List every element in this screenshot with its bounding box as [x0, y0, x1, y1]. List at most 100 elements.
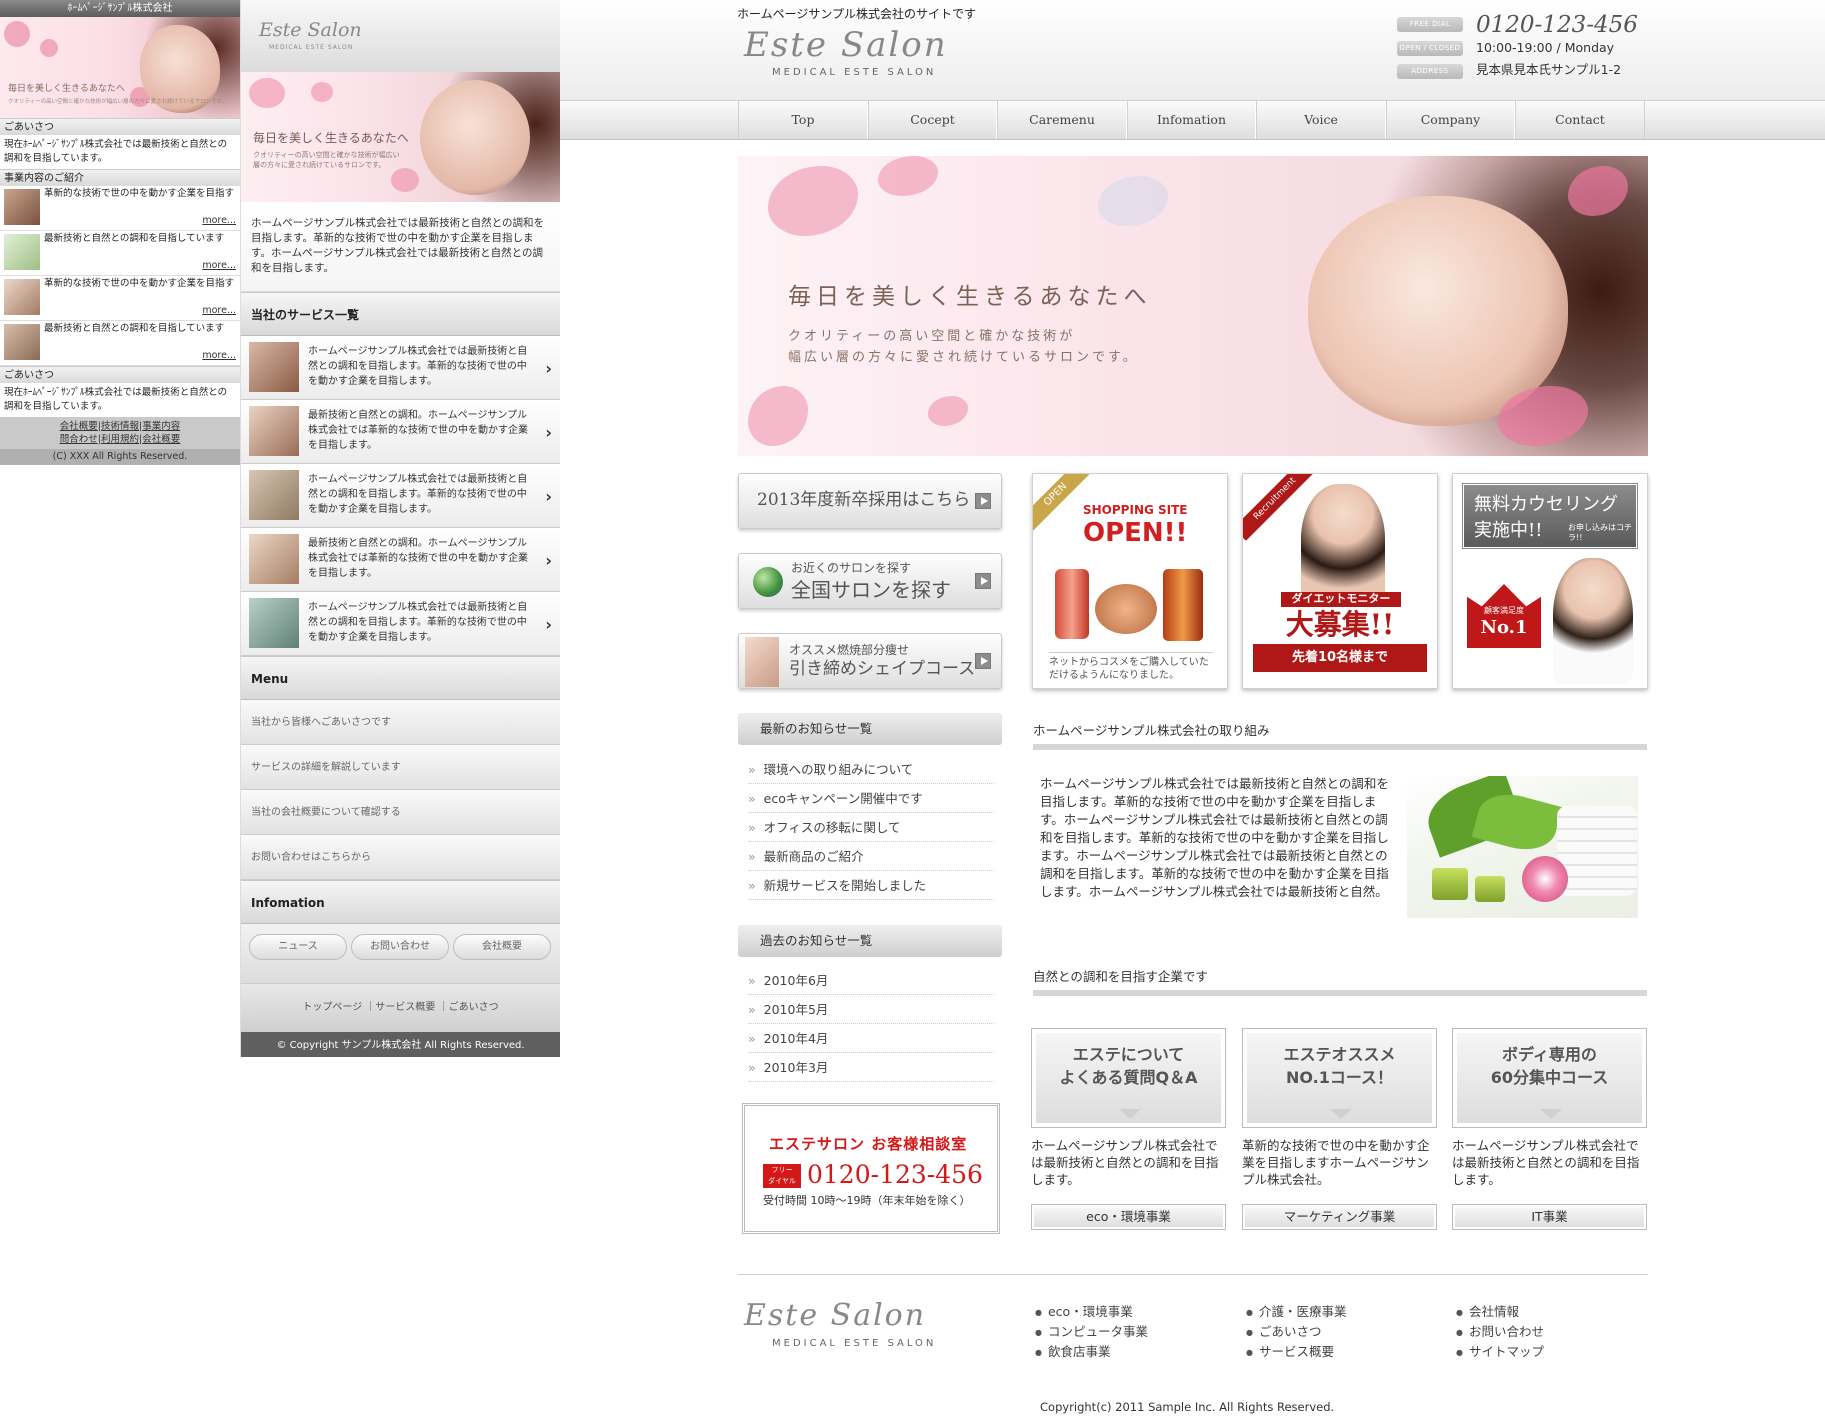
menu-item[interactable]: サービスの詳細を解説しています: [241, 745, 560, 790]
smart-hero-sub: クオリティーの高い空間と確かな技術が幅広い層の方々に愛され続けているサロンです。: [253, 151, 400, 169]
mobile-greeting2-heading: ごあいさつ: [0, 366, 240, 383]
service-item[interactable]: ホームページサンプル株式会社では最新技術と自然との調和を目指します。革新的な技術…: [241, 592, 560, 656]
archive-item[interactable]: 2010年5月: [748, 995, 994, 1024]
news-item[interactable]: 環境への取り組みについて: [748, 755, 994, 784]
smartphone-page: Este Salon MEDICAL ESTE SALON 毎日を美しく生きるあ…: [240, 0, 560, 1057]
footer-divider: [738, 1274, 1648, 1275]
footer-link[interactable]: 利用規約: [101, 434, 139, 445]
play-arrow-icon: [975, 653, 991, 669]
news-item[interactable]: ecoキャンペーン開催中です: [748, 784, 994, 813]
smart-info-heading: Infomation: [241, 880, 560, 924]
header-phone[interactable]: 0120-123-456: [1476, 10, 1638, 41]
footer-link[interactable]: 会社概要: [142, 434, 180, 445]
more-link[interactable]: more...: [202, 350, 236, 363]
service-item[interactable]: ホームページサンプル株式会社では最新技術と自然との調和を目指します。革新的な技術…: [241, 464, 560, 528]
feature-description: ホームページサンプル株式会社では最新技術と自然との調和を目指します。: [1452, 1138, 1640, 1187]
counseling-title2: 実施中!!: [1474, 520, 1543, 541]
nav-top[interactable]: Top: [738, 101, 868, 139]
nav-caremenu[interactable]: Caremenu: [997, 101, 1127, 139]
feature-label: エステについて よくある質問Q＆A: [1032, 1043, 1225, 1089]
footer-link[interactable]: eco・環境事業: [1035, 1302, 1148, 1322]
footer-link[interactable]: サービス概要: [1246, 1342, 1347, 1362]
feature-line1: エステオススメ: [1283, 1045, 1396, 1064]
footer-link[interactable]: 問合わせ: [60, 434, 98, 445]
smart-logo[interactable]: Este Salon: [259, 18, 362, 44]
menu-item[interactable]: 当社の会社概要について確認する: [241, 790, 560, 835]
menu-item[interactable]: お問い合わせはこちらから: [241, 835, 560, 880]
nav-voice[interactable]: Voice: [1256, 101, 1386, 139]
more-link[interactable]: more...: [202, 215, 236, 228]
footer-link[interactable]: ｜ごあいさつ: [439, 1002, 499, 1013]
news-item[interactable]: オフィスの移転に関して: [748, 813, 994, 842]
shopping-site-banner[interactable]: OPEN SHOPPING SITE OPEN!! ネットからコスメをご購入して…: [1032, 473, 1228, 689]
more-link[interactable]: more...: [202, 260, 236, 273]
list-item[interactable]: 最新技術と自然との調和を目指しています more...: [0, 321, 240, 366]
faq-feature-button[interactable]: エステについて よくある質問Q＆A: [1031, 1028, 1226, 1128]
service-item[interactable]: 最新技術と自然との調和。ホームページサンプル株式会社では革新的な技術で世の中を動…: [241, 528, 560, 592]
feature-description: 革新的な技術で世の中を動かす企業を目指しますホームページサンプル株式会社。: [1242, 1138, 1430, 1187]
marketing-business-button[interactable]: マーケティング事業: [1242, 1204, 1437, 1230]
nav-contact[interactable]: Contact: [1515, 101, 1645, 139]
it-business-button[interactable]: IT事業: [1452, 1204, 1647, 1230]
shape-course-button[interactable]: オススメ燃焼部分痩せ 引き締めシェイプコース: [738, 633, 1002, 689]
footer-link[interactable]: ごあいさつ: [1246, 1322, 1347, 1342]
footer-logo[interactable]: Este Salon: [744, 1296, 926, 1337]
nav-concept[interactable]: Cocept: [868, 101, 997, 139]
archive-item[interactable]: 2010年3月: [748, 1053, 994, 1082]
news-item[interactable]: 新規サービスを開始しました: [748, 871, 994, 900]
eco-business-button[interactable]: eco・環境事業: [1031, 1204, 1226, 1230]
feature-line2: 60分集中コース: [1490, 1068, 1609, 1087]
footer-link[interactable]: ｜サービス概要: [365, 1002, 435, 1013]
consultation-box[interactable]: エステサロン お客様相談室 フリー ダイヤル 0120-123-456 受付時間…: [742, 1103, 1000, 1234]
counseling-banner[interactable]: 無料カウセリング 実施中!! お申し込みはコチラ!! 顧客満足度 No.1: [1452, 473, 1648, 689]
item-thumbnail: [4, 324, 40, 360]
hours-label: OPEN / CLOSED: [1397, 41, 1463, 56]
list-item[interactable]: 最新技術と自然との調和を目指しています more...: [0, 231, 240, 276]
footer-link[interactable]: 介護・医療事業: [1246, 1302, 1347, 1322]
contact-button[interactable]: お問い合わせ: [351, 934, 449, 960]
footer-link[interactable]: 会社概要: [60, 421, 98, 432]
menu-item[interactable]: 当社から皆様へごあいさつです: [241, 700, 560, 745]
course-feature-button[interactable]: エステオススメ NO.1コース！: [1242, 1028, 1437, 1128]
service-item[interactable]: 最新技術と自然との調和。ホームページサンプル株式会社では革新的な技術で世の中を動…: [241, 400, 560, 464]
nav-information[interactable]: Infomation: [1127, 101, 1256, 139]
footer-link[interactable]: お問い合わせ: [1456, 1322, 1544, 1342]
chevron-right-icon: ›: [545, 359, 552, 378]
globe-icon: [753, 567, 783, 597]
feature-line2: NO.1コース！: [1285, 1068, 1394, 1087]
news-button[interactable]: ニュース: [249, 934, 347, 960]
archive-item[interactable]: 2010年6月: [748, 966, 994, 995]
recruit-button[interactable]: 2013年度新卒採用はこちら: [738, 473, 1002, 529]
nav-company[interactable]: Company: [1386, 101, 1515, 139]
salon-search-button[interactable]: お近くのサロンを探す 全国サロンを探す: [738, 553, 1002, 609]
body-feature-button[interactable]: ボディ専用の 60分集中コース: [1452, 1028, 1647, 1128]
list-item[interactable]: 革新的な技術で世の中を動かす企業を目指す more...: [0, 276, 240, 321]
footer-link[interactable]: 会社情報: [1456, 1302, 1544, 1322]
recruit-banner[interactable]: Recruitment ダイエットモニター 大募集!! 先着10名様まで: [1242, 473, 1438, 689]
service-text: ホームページサンプル株式会社では最新技術と自然との調和を目指します。革新的な技術…: [308, 602, 528, 643]
footer-link[interactable]: コンピュータ事業: [1035, 1322, 1148, 1342]
more-link[interactable]: more...: [202, 305, 236, 318]
feature-line1: ボディ専用の: [1502, 1045, 1597, 1064]
site-logo[interactable]: Este Salon: [744, 23, 948, 69]
triangle-down-icon: [1540, 1109, 1562, 1119]
footer-link[interactable]: 飲食店事業: [1035, 1342, 1148, 1362]
petal-decoration: [748, 386, 808, 446]
chevron-right-icon: ›: [545, 487, 552, 506]
footer-link[interactable]: 事業内容: [142, 421, 180, 432]
footer-link[interactable]: トップページ: [302, 1002, 362, 1013]
list-item[interactable]: 革新的な技術で世の中を動かす企業を目指す more...: [0, 186, 240, 231]
consultation-phone[interactable]: 0120-123-456: [807, 1158, 983, 1192]
archive-item[interactable]: 2010年4月: [748, 1024, 994, 1053]
petal-decoration: [768, 166, 858, 236]
company-button[interactable]: 会社概要: [453, 934, 551, 960]
feature-label: エステオススメ NO.1コース！: [1243, 1043, 1436, 1089]
footer-link[interactable]: 技術情報: [101, 421, 139, 432]
item-text: 革新的な技術で世の中を動かす企業を目指す: [44, 188, 235, 199]
footer-link[interactable]: サイトマップ: [1456, 1342, 1544, 1362]
mobile-title: ﾎｰﾑﾍﾟｰｼﾞｻﾝﾌﾟﾙ株式会社: [0, 0, 240, 17]
news-item[interactable]: 最新商品のご紹介: [748, 842, 994, 871]
service-item[interactable]: ホームページサンプル株式会社では最新技術と自然との調和を目指します。革新的な技術…: [241, 336, 560, 400]
service-thumbnail: [249, 470, 299, 520]
smart-menu-heading: Menu: [241, 656, 560, 700]
